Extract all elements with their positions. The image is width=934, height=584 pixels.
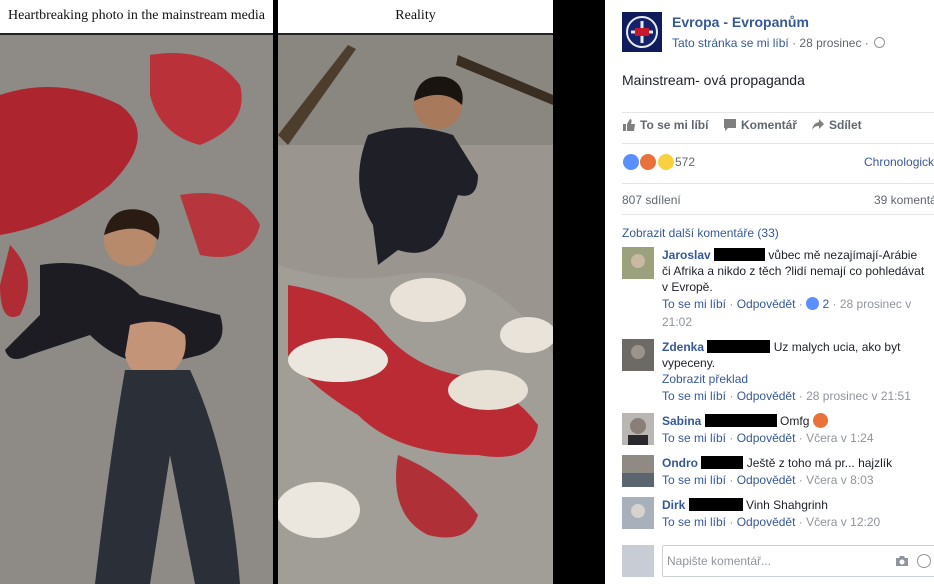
share-icon: [812, 119, 824, 130]
comment-actions: To se mi líbí · Odpovědět · Včera v 8:03: [662, 473, 874, 487]
page-name-link[interactable]: Evropa - Evropanům: [672, 14, 809, 30]
comment-text: Ještě z toho má pr... hajzlík: [746, 456, 893, 470]
redaction-bar: [688, 498, 743, 511]
comment-author[interactable]: Jaroslav: [662, 248, 711, 262]
sort-dropdown[interactable]: Chronologicky: [864, 155, 934, 169]
avatar[interactable]: [622, 339, 654, 371]
like-reaction-icon: [622, 153, 640, 171]
comment-like-link[interactable]: To se mi líbí: [662, 297, 726, 311]
comment-reply-link[interactable]: Odpovědět: [737, 297, 796, 311]
comment-reply-link[interactable]: Odpovědět: [737, 431, 796, 445]
left-photo-scene: [0, 35, 273, 584]
comment-like-link[interactable]: To se mi líbí: [662, 515, 726, 529]
emoji-icon[interactable]: [917, 554, 931, 568]
post-meta: Tato stránka se mi líbí · 28 prosinec ·: [672, 36, 886, 50]
comment-time[interactable]: 28 prosinec v 21:51: [806, 389, 911, 403]
right-photo-scene: [278, 35, 553, 584]
redaction-bar: [704, 414, 777, 427]
comment-author[interactable]: Zdenka: [662, 340, 704, 354]
share-count[interactable]: 807 sdílení: [622, 193, 681, 207]
comment-author[interactable]: Dirk: [662, 498, 685, 512]
right-photo-caption: Reality: [278, 0, 553, 35]
haha-reaction-icon: [656, 153, 675, 171]
comment-actions: To se mi líbí · Odpovědět · Včera v 1:24: [662, 431, 874, 445]
comment-button[interactable]: Komentář: [723, 118, 797, 132]
comment-actions: To se mi líbí · Odpovědět · Včera v 12:2…: [662, 515, 881, 529]
like-button[interactable]: To se mi líbí: [622, 118, 708, 132]
divider: [622, 143, 934, 144]
comment-time[interactable]: Včera v 12:20: [806, 515, 880, 529]
divider: [622, 112, 934, 113]
comment-icon: [724, 119, 736, 131]
translate-link[interactable]: Zobrazit překlad: [662, 371, 926, 387]
post-sidebar: Evropa - Evropanům Tato stránka se mi lí…: [605, 0, 934, 584]
comment-author[interactable]: Ondro: [662, 456, 698, 470]
left-photo-caption: Heartbreaking photo in the mainstream me…: [0, 0, 273, 35]
comment-text: Vinh Shahgrinh: [746, 498, 828, 512]
avatar[interactable]: [622, 413, 654, 445]
post-date[interactable]: 28 prosinec: [799, 36, 861, 50]
divider: [622, 183, 934, 184]
page-avatar[interactable]: [622, 12, 662, 52]
globe-icon: [874, 37, 886, 48]
comment-like-link[interactable]: To se mi líbí: [662, 389, 726, 403]
angry-emoji-icon: [812, 413, 828, 428]
right-photo-panel: Reality: [278, 0, 553, 584]
comment-like-count[interactable]: 2: [822, 297, 829, 311]
view-more-comments[interactable]: Zobrazit další komentáře (33): [622, 226, 779, 240]
comment-actions: To se mi líbí · Odpovědět · 2 · 28 prosi…: [662, 297, 912, 329]
post-image[interactable]: Heartbreaking photo in the mainstream me…: [0, 0, 553, 584]
angry-reaction-icon: [639, 153, 658, 171]
post-text: Mainstream- ová propaganda: [622, 72, 805, 88]
comment-reply-link[interactable]: Odpovědět: [737, 389, 796, 403]
divider: [622, 214, 934, 215]
current-user-avatar: [622, 545, 654, 577]
post-header: Evropa - Evropanům Tato stránka se mi lí…: [622, 12, 922, 52]
comment-author[interactable]: Sabina: [662, 414, 701, 428]
comment-text: Omfg: [780, 414, 810, 428]
avatar[interactable]: [622, 247, 654, 279]
comment-like-link[interactable]: To se mi líbí: [662, 431, 726, 445]
comment-time[interactable]: Včera v 8:03: [806, 473, 873, 487]
liked-page-note[interactable]: Tato stránka se mi líbí: [672, 36, 789, 50]
avatar[interactable]: [622, 497, 654, 529]
lightbox-gap: [553, 0, 605, 584]
comment-count[interactable]: 39 komentářů: [874, 193, 934, 207]
redaction-bar: [714, 248, 766, 261]
reactions-row: 572 Chronologicky: [622, 153, 934, 173]
thumbs-up-icon: [623, 119, 635, 131]
camera-icon[interactable]: [895, 555, 909, 567]
comment-input[interactable]: Napište komentář...: [662, 545, 934, 577]
comment-reply-link[interactable]: Odpovědět: [737, 473, 796, 487]
comment-time[interactable]: Včera v 1:24: [806, 431, 873, 445]
left-photo-panel: Heartbreaking photo in the mainstream me…: [0, 0, 273, 584]
share-button[interactable]: Sdílet: [811, 118, 862, 132]
reaction-count[interactable]: 572: [675, 155, 695, 169]
reaction-icons[interactable]: [622, 153, 675, 174]
redaction-bar: [701, 456, 744, 469]
comment-input-placeholder: Napište komentář...: [667, 554, 772, 568]
redaction-bar: [707, 340, 771, 353]
comment-like-link[interactable]: To se mi líbí: [662, 473, 726, 487]
comment-reply-link[interactable]: Odpovědět: [737, 515, 796, 529]
avatar[interactable]: [622, 455, 654, 487]
comment-actions: To se mi líbí · Odpovědět · 28 prosinec …: [662, 389, 911, 403]
like-count-icon: [806, 297, 820, 310]
